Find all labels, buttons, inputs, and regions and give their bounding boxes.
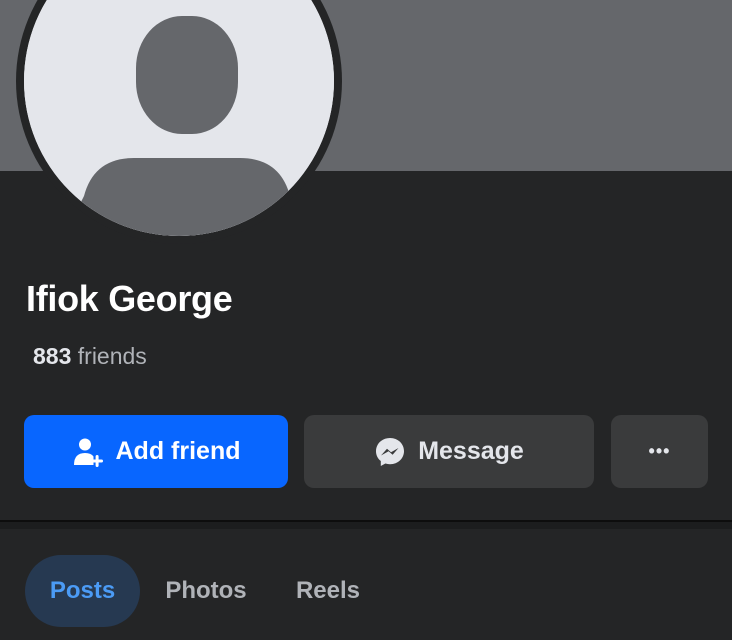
- more-options-button[interactable]: •••: [611, 415, 708, 488]
- default-avatar-icon: [24, 0, 334, 236]
- profile-name: Ifiok George: [26, 278, 233, 319]
- message-label: Message: [418, 437, 524, 465]
- friends-count[interactable]: 883 friends: [33, 343, 147, 370]
- section-divider: [0, 520, 732, 529]
- add-friend-icon: [72, 436, 104, 468]
- add-friend-button[interactable]: Add friend: [24, 415, 288, 488]
- tab-posts[interactable]: Posts: [25, 555, 140, 627]
- tab-photos[interactable]: Photos: [146, 555, 266, 627]
- friends-label: friends: [77, 343, 147, 369]
- tab-reels[interactable]: Reels: [278, 555, 378, 627]
- more-options-icon: •••: [648, 441, 671, 461]
- messenger-icon: [374, 436, 406, 468]
- message-button[interactable]: Message: [304, 415, 594, 488]
- add-friend-label: Add friend: [115, 437, 241, 465]
- profile-picture-frame: [16, 0, 342, 244]
- friends-number: 883: [33, 343, 72, 369]
- profile-tabs: Posts Photos Reels: [0, 555, 732, 627]
- profile-picture[interactable]: [24, 0, 334, 236]
